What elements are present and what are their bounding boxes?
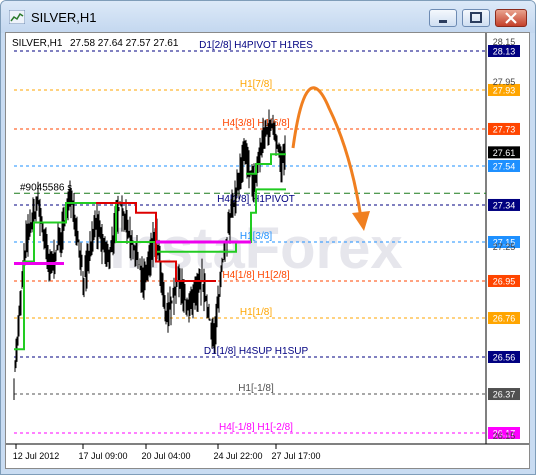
- price-box-label: 26.37: [493, 390, 516, 400]
- order-label: #9045586 s: [20, 182, 72, 193]
- chart-window: SILVER,H1 InstaForex SILVER,H1 27.58 27.…: [0, 0, 536, 475]
- close-icon: [505, 12, 517, 24]
- time-axis-label: 27 Jul 17:00: [271, 451, 320, 461]
- chart-area[interactable]: InstaForex SILVER,H1 27.58 27.64 27.57 2…: [5, 32, 530, 469]
- price-chart: InstaForex SILVER,H1 27.58 27.64 27.57 2…: [6, 33, 529, 461]
- window-title: SILVER,H1: [31, 10, 97, 25]
- forecast-arrow: [291, 86, 363, 219]
- level-label: D1[1/8] H4SUP H1SUP: [204, 346, 309, 357]
- price-axis-tick: 26.15: [493, 431, 516, 441]
- price-box-label: 26.56: [493, 352, 516, 362]
- chart-window-icon: [9, 10, 25, 24]
- minimize-icon: [439, 20, 447, 23]
- price-box-label: 27.54: [493, 161, 516, 171]
- chart-ohlc: 27.58 27.64 27.57 27.61: [70, 38, 179, 49]
- maximize-button[interactable]: [462, 9, 490, 27]
- level-label: H4[1/8] H1[2/8]: [222, 270, 289, 281]
- price-axis-tick: 27.25: [493, 242, 516, 252]
- price-box-label: 28.13: [493, 47, 516, 57]
- level-label: H4[3/8] H1[6/8]: [222, 118, 289, 129]
- price-box-label: 27.34: [493, 200, 516, 210]
- time-axis-label: 12 Jul 2012: [13, 451, 60, 461]
- chart-symbol: SILVER,H1: [12, 38, 63, 49]
- level-label: H1[3/8]: [240, 231, 272, 242]
- level-label: H1[-1/8]: [238, 383, 274, 394]
- close-button[interactable]: [495, 9, 527, 27]
- price-box-label: 26.76: [493, 314, 516, 324]
- price-box-label: 27.73: [493, 124, 516, 134]
- level-label: H4[-1/8] H1[-2/8]: [219, 422, 293, 433]
- level-label: H1[7/8]: [240, 79, 272, 90]
- level-label: H1[1/8]: [240, 307, 272, 318]
- window-titlebar[interactable]: SILVER,H1: [1, 1, 535, 33]
- time-axis-label: 24 Jul 22:00: [213, 451, 262, 461]
- time-axis-label: 17 Jul 09:00: [78, 451, 127, 461]
- price-axis-tick: 28.15: [493, 37, 516, 47]
- level-label: D1[2/8] H4PIVOT H1RES: [199, 40, 313, 51]
- price-box-label: 27.61: [493, 148, 516, 158]
- time-axis-label: 20 Jul 04:00: [141, 451, 190, 461]
- maximize-icon: [470, 12, 482, 23]
- price-axis-tick: 27.95: [493, 77, 516, 87]
- minimize-button[interactable]: [429, 9, 457, 27]
- price-box-label: 26.95: [493, 276, 516, 286]
